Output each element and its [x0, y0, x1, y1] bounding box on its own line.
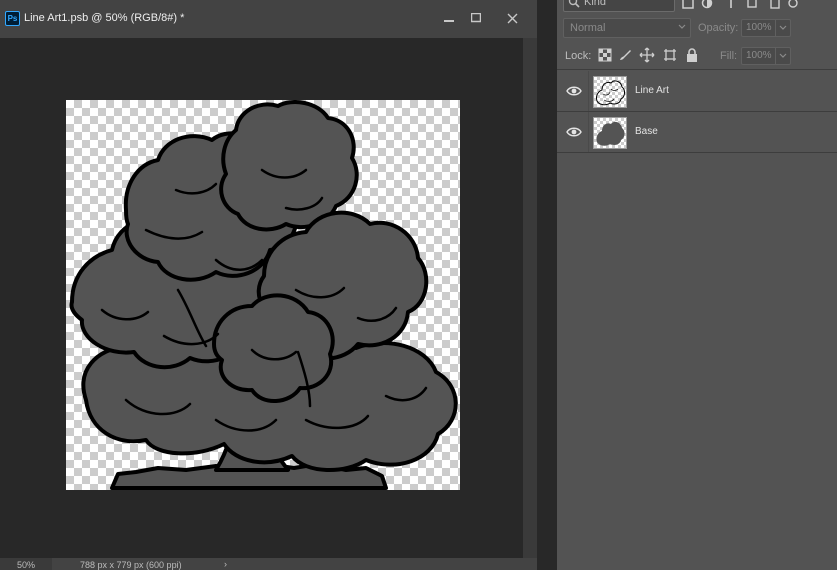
lock-transparent-pixels-icon[interactable]	[597, 47, 613, 63]
minimize-button[interactable]	[434, 7, 464, 29]
shape-filter-icon[interactable]	[746, 0, 758, 9]
layer-row-base[interactable]: Base	[557, 112, 837, 153]
close-button[interactable]	[497, 7, 527, 29]
layers-panel: Kind Normal Opacity: 100% Lock: Fill: 10…	[557, 0, 837, 570]
lock-position-icon[interactable]	[639, 47, 655, 63]
layer-thumbnail[interactable]	[593, 76, 627, 108]
canvas-document[interactable]	[66, 100, 460, 490]
document-window: Ps Line Art1.psb @ 50% (RGB/8#) * 50% 78…	[0, 0, 537, 570]
document-info: 788 px x 779 px (600 ppi)	[80, 560, 182, 570]
lock-label: Lock:	[565, 50, 592, 62]
eye-icon[interactable]	[566, 85, 582, 97]
fill-label: Fill:	[720, 50, 738, 62]
status-bar: 50% 788 px x 779 px (600 ppi) ›	[0, 558, 537, 570]
layer-name[interactable]: Line Art	[635, 85, 669, 96]
foliage-top-mid	[219, 100, 359, 232]
adjustment-filter-icon[interactable]	[701, 0, 713, 9]
close-icon	[507, 13, 517, 23]
zoom-level[interactable]: 50%	[17, 560, 35, 570]
line-art-thumbnail-image	[596, 80, 625, 106]
opacity-field[interactable]: 100%	[741, 19, 791, 37]
ps-icon: Ps	[5, 11, 20, 26]
fill-dropdown[interactable]	[775, 48, 790, 64]
layer-thumbnail[interactable]	[593, 117, 627, 149]
tree-artwork	[69, 100, 458, 490]
canvas-area[interactable]	[0, 38, 523, 558]
kind-filter-label: Kind	[584, 0, 607, 8]
panel-divider	[557, 69, 837, 70]
fill-field[interactable]: 100%	[741, 47, 791, 65]
prevent-auto-nesting-icon[interactable]	[662, 47, 678, 63]
minimize-icon	[444, 20, 454, 22]
layer-separator	[588, 71, 589, 111]
chevron-down-icon	[779, 53, 787, 58]
blend-row: Normal Opacity: 100%	[557, 16, 837, 40]
layer-name[interactable]: Base	[635, 126, 658, 137]
opacity-value: 100%	[746, 22, 772, 33]
blend-mode-select[interactable]: Normal	[563, 18, 691, 38]
chevron-down-icon	[678, 24, 686, 29]
fill-value: 100%	[746, 50, 772, 61]
pixel-filter-icon[interactable]	[682, 0, 694, 9]
search-icon	[568, 0, 580, 8]
kind-filter-select[interactable]: Kind	[563, 0, 675, 12]
lock-row: Lock: Fill:	[557, 44, 837, 68]
lock-image-pixels-icon[interactable]	[617, 47, 633, 63]
filter-toggle-icon[interactable]	[787, 0, 799, 9]
opacity-label: Opacity:	[698, 22, 739, 34]
document-title: Line Art1.psb @ 50% (RGB/8#) *	[24, 12, 185, 24]
blend-mode-label: Normal	[570, 22, 606, 34]
chevron-down-icon	[779, 25, 787, 30]
type-filter-icon[interactable]	[725, 0, 737, 9]
document-titlebar[interactable]: Ps Line Art1.psb @ 50% (RGB/8#) *	[0, 0, 537, 38]
status-arrow-icon[interactable]: ›	[224, 559, 227, 569]
eye-icon[interactable]	[566, 126, 582, 138]
layer-row-line-art[interactable]: Line Art	[557, 71, 837, 112]
base-thumbnail-image	[596, 121, 625, 146]
maximize-icon	[471, 13, 481, 23]
opacity-dropdown[interactable]	[775, 20, 790, 36]
panel-gutter	[537, 0, 557, 570]
smart-object-filter-icon[interactable]	[769, 0, 781, 9]
filter-row: Kind	[557, 0, 837, 14]
vertical-scrollbar[interactable]	[523, 38, 537, 558]
maximize-button[interactable]	[461, 7, 491, 29]
layer-separator	[588, 112, 589, 152]
lock-all-icon[interactable]	[684, 47, 700, 63]
